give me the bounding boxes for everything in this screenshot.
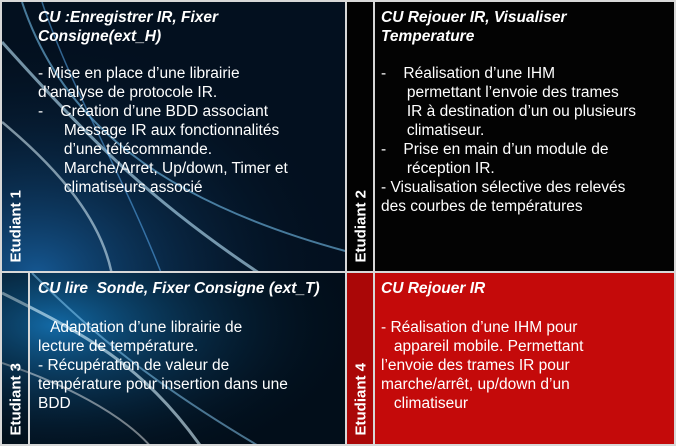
- cell-etudiant-3: Etudiant 3 CU lire Sonde, Fixer Consigne…: [0, 271, 347, 446]
- task-line: marche/arrêt, up/down d’un: [381, 376, 570, 393]
- task-line: lecture de température.: [38, 338, 199, 355]
- task-line: réception IR.: [381, 160, 495, 177]
- task-line: - Mise en place d’une librairie: [38, 65, 240, 82]
- cell-etudiant-4: Etudiant 4 CU Rejouer IR - Réalisation d…: [345, 271, 676, 446]
- task-line: climatiseurs associé: [38, 179, 203, 196]
- task-line: Adaptation d’une librairie de: [38, 319, 243, 336]
- task-line: température pour insertion dans une: [38, 376, 288, 393]
- student-label: Etudiant 1: [7, 189, 25, 263]
- task-line: des courbes de températures: [381, 198, 583, 215]
- task-line: BDD: [38, 395, 71, 412]
- student-label: Etudiant 3: [7, 362, 25, 436]
- task-line: climatiseur: [381, 395, 468, 412]
- task-line: Message IR aux fonctionnalités: [38, 122, 280, 139]
- task-line: permettant l’envoie des trames: [381, 84, 619, 101]
- student-label: Etudiant 4: [352, 362, 370, 436]
- task-line: l’envoie des trames IR pour: [381, 357, 570, 374]
- task-line: - Réalisation d’une IHM pour: [381, 319, 578, 336]
- task-line: climatiseur.: [381, 122, 485, 139]
- cell-title: CU Rejouer IR: [381, 280, 486, 297]
- task-line: - Création d’une BDD associant: [38, 103, 269, 120]
- task-line: appareil mobile. Permettant: [381, 338, 584, 355]
- cell-title: CU lire Sonde, Fixer Consigne (ext_T): [38, 280, 320, 297]
- cell-etudiant-2: Etudiant 2 CU Rejouer IR, Visualiser Tem…: [345, 0, 676, 273]
- task-line: d’analyse de protocole IR.: [38, 84, 218, 101]
- task-line: - Visualisation sélective des relevés: [381, 179, 626, 196]
- task-line: - Prise en main d’un module de: [381, 141, 609, 158]
- student-task-table: Etudiant 1 CU :Enregistrer IR, Fixer Con…: [0, 0, 676, 446]
- task-line: IR à destination d’un ou plusieurs: [381, 103, 637, 120]
- task-line: Marche/Arret, Up/down, Timer et: [38, 160, 288, 177]
- task-line: d’une télécommande.: [38, 141, 213, 158]
- cell-title: CU Rejouer IR, Visualiser Temperature: [381, 9, 567, 45]
- task-line: - Réalisation d’une IHM: [381, 65, 556, 82]
- task-line: - Récupération de valeur de: [38, 357, 230, 374]
- student-label: Etudiant 2: [352, 189, 370, 263]
- cell-title: CU :Enregistrer IR, Fixer Consigne(ext_H…: [38, 9, 219, 45]
- cell-etudiant-1: Etudiant 1 CU :Enregistrer IR, Fixer Con…: [0, 0, 347, 273]
